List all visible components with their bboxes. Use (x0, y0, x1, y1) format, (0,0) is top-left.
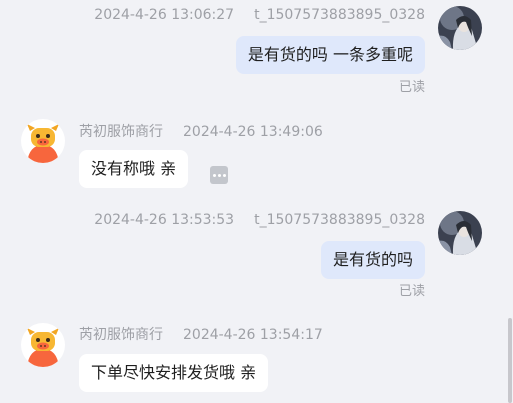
message-bubble[interactable]: 下单尽快安排发货哦 亲 (79, 354, 269, 392)
sender-name: 芮初服饰商行 (79, 124, 163, 140)
chat-message-outgoing: 2024-4-26 13:06:27 t_1507573883895_0328 是… (0, 0, 513, 100)
message-bubble[interactable]: 没有称哦 亲 (79, 150, 189, 188)
read-status: 已读 (398, 80, 425, 95)
message-time: 2024-4-26 13:54:17 (183, 327, 323, 343)
scrollbar[interactable] (508, 318, 512, 403)
message-time: 2024-4-26 13:53:53 (94, 212, 235, 228)
message-time: 2024-4-26 13:06:27 (94, 7, 235, 23)
sender-name: t_1507573883895_0328 (254, 212, 425, 228)
message-bubble[interactable]: 是有货的吗 一条多重呢 (235, 36, 425, 74)
user-avatar[interactable] (438, 6, 482, 50)
message-time: 2024-4-26 13:49:06 (183, 124, 323, 140)
message-bubble[interactable]: 是有货的吗 (320, 241, 425, 279)
message-meta: 芮初服饰商行 2024-4-26 13:54:17 (79, 324, 323, 344)
message-meta: 2024-4-26 13:53:53 t_1507573883895_0328 (94, 212, 425, 228)
more-options-icon[interactable] (210, 166, 228, 184)
sender-name: 芮初服饰商行 (79, 327, 163, 343)
shop-avatar[interactable] (21, 119, 65, 163)
message-meta: 芮初服饰商行 2024-4-26 13:49:06 (79, 121, 323, 141)
message-meta: 2024-4-26 13:06:27 t_1507573883895_0328 (94, 7, 425, 23)
shop-avatar[interactable] (21, 323, 65, 367)
sender-name: t_1507573883895_0328 (254, 7, 425, 23)
user-avatar[interactable] (438, 211, 482, 255)
read-status: 已读 (398, 284, 425, 299)
